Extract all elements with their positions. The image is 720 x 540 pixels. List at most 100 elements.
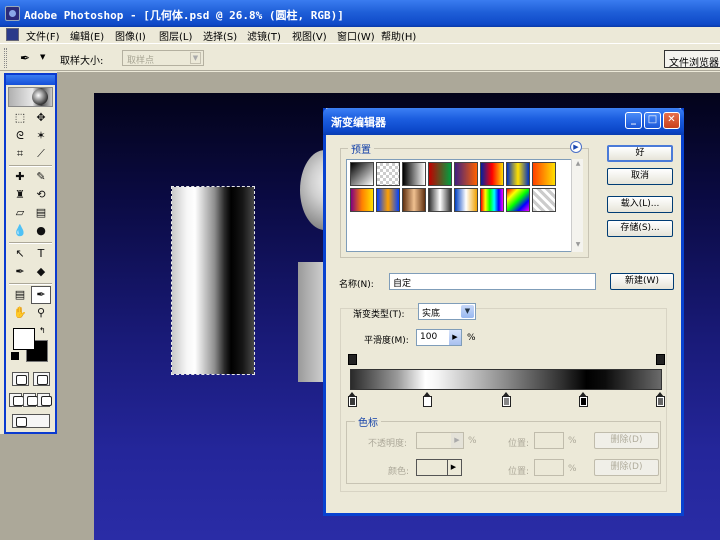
preset-swatch[interactable]: [454, 162, 478, 186]
gradient-tool-icon[interactable]: ▤: [31, 204, 51, 222]
menu-image[interactable]: 图像(I): [115, 28, 146, 43]
new-button[interactable]: 新建(W): [610, 273, 674, 290]
sample-size-value: 取样点: [127, 56, 155, 66]
presets-menu-arrow-icon[interactable]: ▶: [570, 141, 582, 153]
preset-swatch[interactable]: [506, 188, 530, 212]
preset-swatch[interactable]: [350, 188, 374, 212]
preset-swatch[interactable]: [532, 188, 556, 212]
smoothness-input[interactable]: 100 ▶: [416, 329, 462, 346]
toolbox-divider: [9, 242, 52, 244]
color-stop[interactable]: [502, 392, 511, 407]
maximize-icon[interactable]: □: [644, 112, 661, 129]
opacity-location-label: 位置:: [508, 439, 530, 449]
slice-tool-icon[interactable]: ⟋: [31, 145, 51, 163]
marquee-tool-icon[interactable]: ⬚: [10, 109, 30, 127]
pen-tool-icon[interactable]: ✒: [10, 263, 30, 281]
preset-swatch[interactable]: [376, 188, 400, 212]
load-button[interactable]: 载入(L)...: [607, 196, 673, 213]
preset-swatch[interactable]: [532, 162, 556, 186]
dialog-title-bar[interactable]: 渐变编辑器 _ □ ✕: [323, 108, 684, 135]
shape-tool-icon[interactable]: ◆: [31, 263, 51, 281]
title-bar[interactable]: Adobe Photoshop - [几何体.psd @ 26.8% (圆柱, …: [0, 0, 720, 27]
workspace-background: [57, 72, 720, 93]
blur-tool-icon[interactable]: 💧: [10, 222, 30, 240]
menu-edit[interactable]: 编辑(E): [70, 28, 104, 43]
preset-swatch[interactable]: [376, 162, 400, 186]
smoothness-arrow-icon[interactable]: ▶: [449, 330, 461, 345]
preset-swatch[interactable]: [480, 162, 504, 186]
full-screen-mode-icon[interactable]: [37, 393, 52, 407]
notes-tool-icon[interactable]: ▤: [10, 286, 30, 304]
clone-stamp-tool-icon[interactable]: ♜: [10, 186, 30, 204]
menu-help[interactable]: 帮助(H): [381, 28, 416, 43]
full-screen-menu-mode-icon[interactable]: [23, 393, 38, 407]
foreground-color-swatch[interactable]: [13, 328, 35, 350]
default-colors-icon[interactable]: [11, 352, 19, 360]
preset-swatch[interactable]: [350, 162, 374, 186]
stop-color-swatch[interactable]: ▶: [416, 459, 462, 476]
ok-button[interactable]: 好: [607, 145, 673, 162]
eraser-tool-icon[interactable]: ▱: [10, 204, 30, 222]
lasso-tool-icon[interactable]: ᘓ: [10, 127, 30, 145]
preset-swatch[interactable]: [402, 162, 426, 186]
toolbox-title-bar[interactable]: [6, 75, 55, 85]
menu-select[interactable]: 选择(S): [203, 28, 237, 43]
preset-swatch[interactable]: [454, 188, 478, 212]
preset-swatch[interactable]: [402, 188, 426, 212]
gradient-type-value: 实底: [422, 309, 441, 319]
color-arrow-icon[interactable]: ▶: [447, 460, 459, 475]
options-bar-grip[interactable]: [4, 48, 7, 68]
opacity-stop-left[interactable]: [348, 354, 357, 365]
name-input[interactable]: 自定: [389, 273, 596, 290]
gradient-type-select[interactable]: 实底 ▼: [418, 303, 476, 320]
healing-brush-tool-icon[interactable]: ✚: [10, 168, 30, 186]
hand-tool-icon[interactable]: ✋: [10, 304, 30, 322]
sample-size-select[interactable]: 取样点 ▼: [122, 50, 204, 66]
options-bar: ✒ ▼ 取样大小: 取样点 ▼ 文件浏览器: [0, 43, 720, 71]
standard-mode-icon[interactable]: [12, 372, 29, 386]
color-stop[interactable]: [423, 392, 432, 407]
menu-layer[interactable]: 图层(L): [159, 28, 192, 43]
scroll-up-icon[interactable]: ▲: [573, 160, 583, 169]
menu-view[interactable]: 视图(V): [292, 28, 327, 43]
preset-swatch[interactable]: [428, 188, 452, 212]
eyedropper-tool-icon[interactable]: ✒: [31, 286, 51, 304]
preset-swatch[interactable]: [480, 188, 504, 212]
swap-colors-icon[interactable]: ↰: [39, 326, 46, 335]
color-stop-selected[interactable]: [579, 392, 588, 407]
preset-swatch[interactable]: [506, 162, 530, 186]
brush-tool-icon[interactable]: ✎: [31, 168, 51, 186]
menu-window[interactable]: 窗口(W): [337, 28, 375, 43]
type-tool-icon[interactable]: T: [31, 245, 51, 263]
jump-to-imageready-icon[interactable]: [12, 414, 50, 428]
move-tool-icon[interactable]: ✥: [31, 109, 51, 127]
document-icon[interactable]: [6, 28, 19, 41]
menu-filter[interactable]: 滤镜(T): [247, 28, 281, 43]
presets-scrollbar[interactable]: ▲ ▼: [571, 159, 583, 252]
opacity-stop-right[interactable]: [656, 354, 665, 365]
cylinder-selection[interactable]: [171, 186, 255, 375]
color-location-label: 位置:: [508, 467, 530, 477]
color-stop[interactable]: [656, 392, 665, 407]
color-stop[interactable]: [348, 392, 357, 407]
magic-wand-tool-icon[interactable]: ✶: [31, 127, 51, 145]
file-browser-button[interactable]: 文件浏览器: [664, 50, 720, 68]
menu-file[interactable]: 文件(F): [26, 28, 60, 43]
cancel-button[interactable]: 取消: [607, 168, 673, 185]
tool-preset-arrow-icon[interactable]: ▼: [40, 53, 45, 61]
eyedropper-icon[interactable]: ✒: [20, 51, 30, 65]
scroll-down-icon[interactable]: ▼: [573, 241, 583, 250]
photoshop-eye-logo-icon[interactable]: [8, 87, 53, 107]
path-selection-tool-icon[interactable]: ↖: [10, 245, 30, 263]
history-brush-tool-icon[interactable]: ⟲: [31, 186, 51, 204]
save-button[interactable]: 存储(S)...: [607, 220, 673, 237]
preset-swatch[interactable]: [428, 162, 452, 186]
minimize-icon[interactable]: _: [625, 112, 642, 129]
crop-tool-icon[interactable]: ⌗: [10, 145, 30, 163]
quick-mask-mode-icon[interactable]: [33, 372, 50, 386]
dodge-tool-icon[interactable]: ●: [31, 222, 51, 240]
gradient-preview-bar[interactable]: [350, 369, 662, 390]
standard-screen-mode-icon[interactable]: [9, 393, 24, 407]
zoom-tool-icon[interactable]: ⚲: [31, 304, 51, 322]
close-icon[interactable]: ✕: [663, 112, 680, 129]
